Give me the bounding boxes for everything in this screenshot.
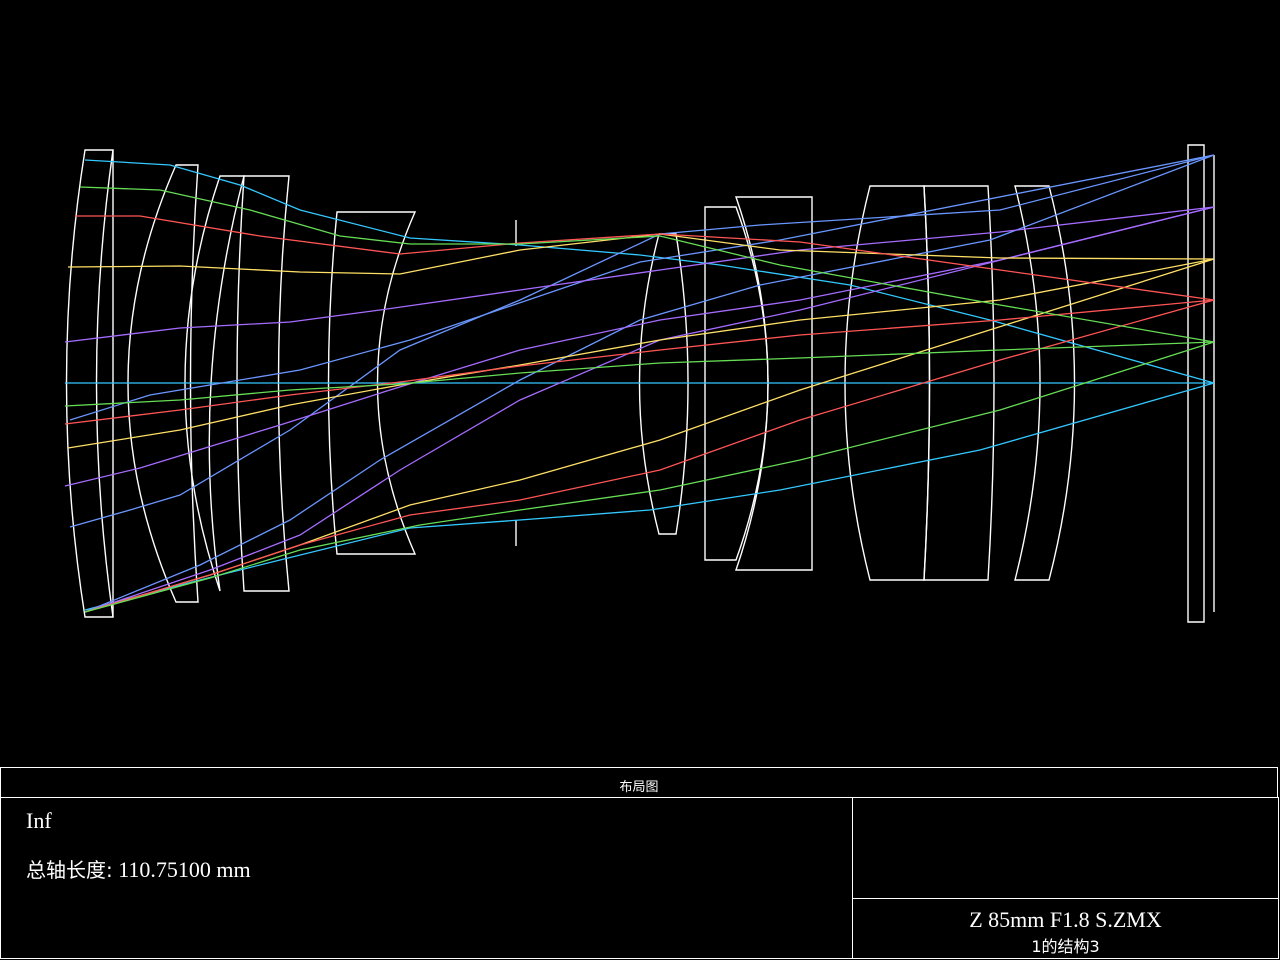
lens-layout-diagram: [64, 144, 1215, 623]
title-bar: 布局图: [0, 767, 1278, 798]
window-title: 布局图: [619, 780, 659, 795]
total-length-label: 总轴长度:: [26, 858, 113, 882]
object-distance: Inf: [26, 808, 52, 833]
ray-field1-3: [84, 382, 1215, 611]
total-length-value: 110.75100 mm: [118, 857, 251, 882]
info-panel: Inf 总轴长度: 110.75100 mm: [0, 797, 853, 959]
ray-field6-1: [79, 186, 1215, 343]
total-axial-length: 总轴长度: 110.75100 mm: [26, 854, 251, 883]
file-info-panel: Z 85mm F1.8 S.ZMX 1的结构3: [852, 898, 1279, 959]
file-name: Z 85mm F1.8 S.ZMX: [969, 907, 1162, 932]
ray-field4-3: [84, 258, 1215, 613]
file-panel-blank: [852, 797, 1279, 899]
ray-field5-3: [84, 299, 1215, 613]
ray-field3-3: [84, 206, 1215, 613]
ray-field2-3: [69, 154, 1215, 421]
configuration-label: 1的结构3: [1031, 937, 1100, 956]
